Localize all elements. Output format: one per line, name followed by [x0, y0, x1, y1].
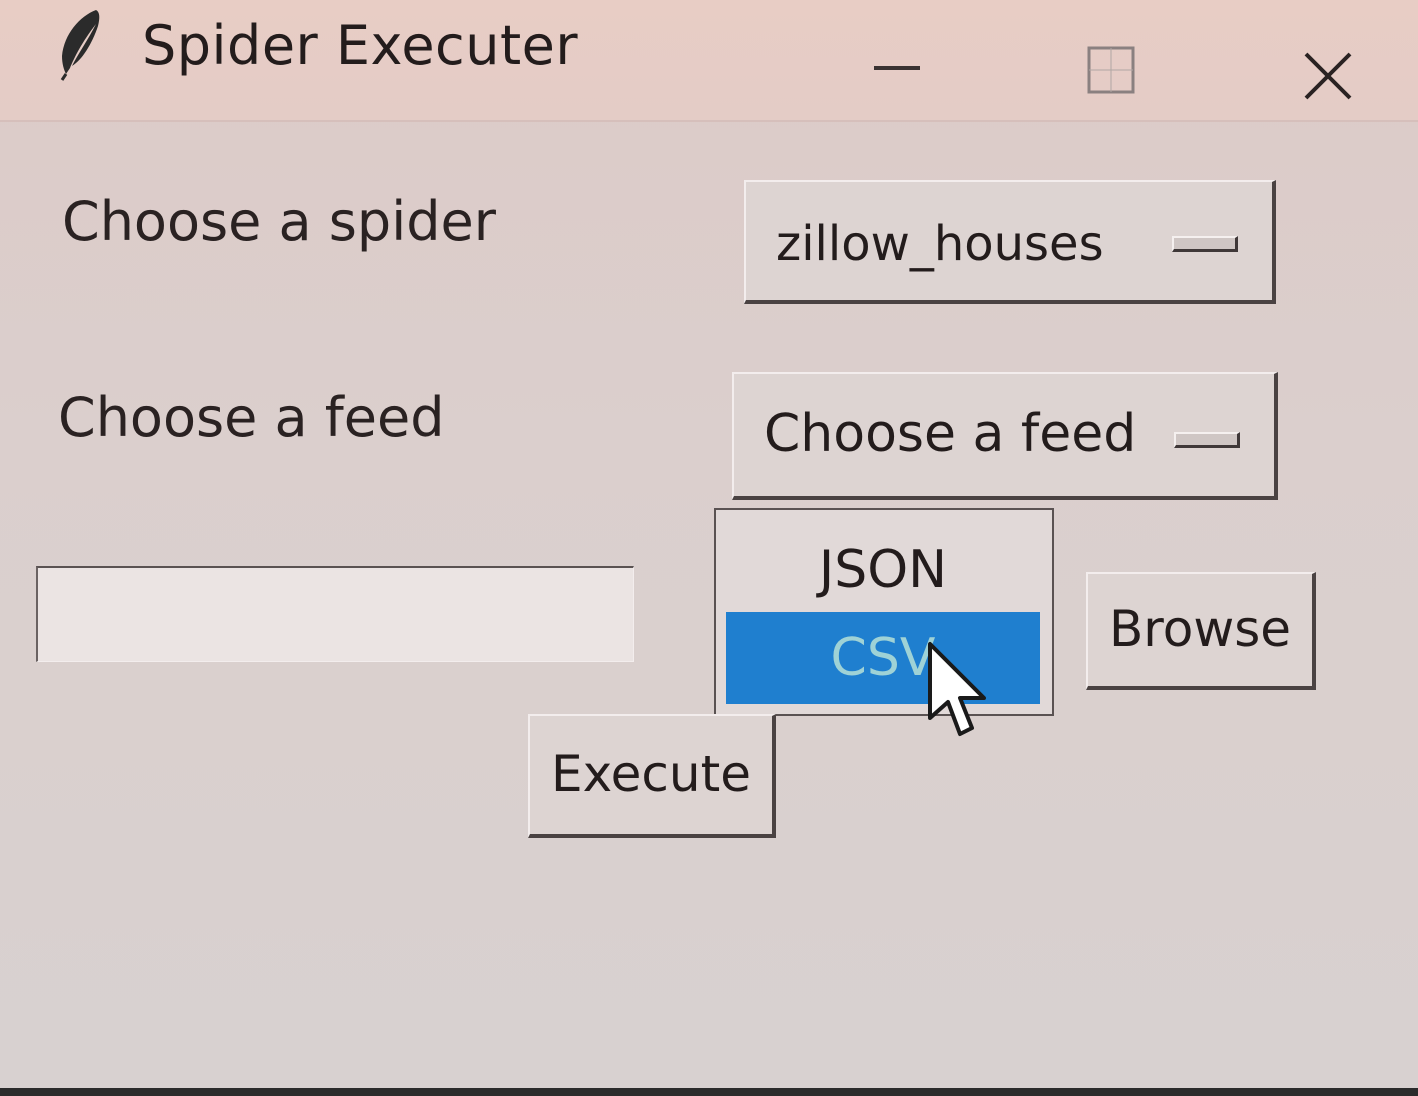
feather-icon — [60, 10, 100, 81]
dropdown-indicator-icon — [1172, 236, 1238, 252]
feed-label: Choose a feed — [58, 386, 445, 449]
taskbar — [0, 1088, 1418, 1096]
feed-option-json[interactable]: JSON — [726, 524, 1040, 616]
mouse-pointer-icon — [928, 642, 986, 736]
browse-button[interactable]: Browse — [1086, 572, 1316, 690]
output-path-input[interactable] — [36, 566, 634, 662]
spider-select-value: zillow_houses — [776, 216, 1104, 272]
feed-dropdown-menu: JSON CSV — [714, 508, 1054, 716]
feed-select[interactable]: Choose a feed — [732, 372, 1278, 500]
feed-select-value: Choose a feed — [764, 404, 1137, 464]
title-bar[interactable]: Spider Executer — [0, 0, 1418, 122]
dropdown-indicator-icon — [1174, 432, 1240, 448]
maximize-icon[interactable] — [1076, 30, 1146, 100]
spider-label: Choose a spider — [62, 190, 496, 253]
app-window: Spider Executer Choose a spider zillow_h… — [0, 0, 1418, 1088]
window-title: Spider Executer — [142, 14, 579, 77]
spider-select[interactable]: zillow_houses — [744, 180, 1276, 304]
close-icon[interactable] — [1292, 30, 1362, 100]
execute-button[interactable]: Execute — [528, 714, 776, 838]
minimize-icon[interactable] — [862, 30, 932, 100]
